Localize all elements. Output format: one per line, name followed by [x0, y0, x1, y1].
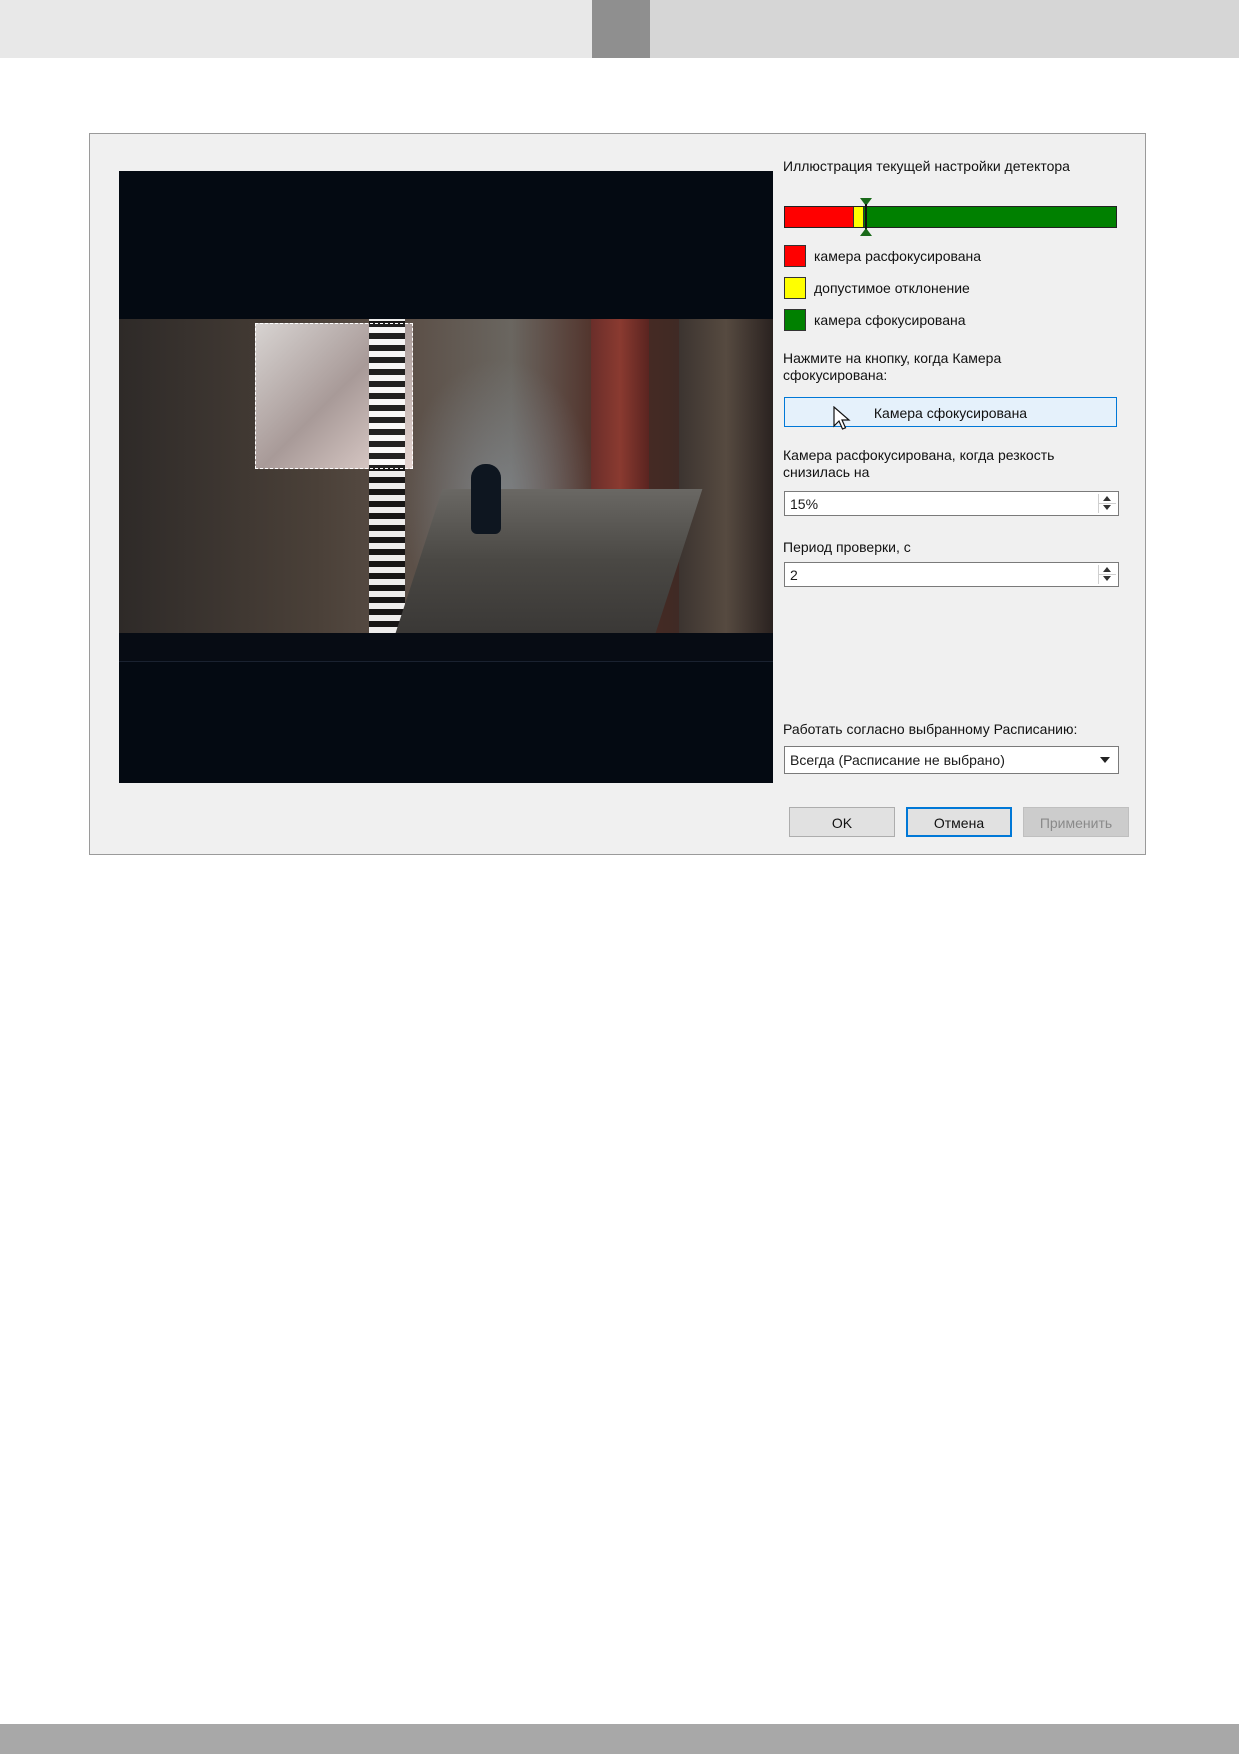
legend-label-red: камера расфокусирована: [814, 248, 982, 264]
scene-wall: [679, 319, 773, 633]
scene-person: [471, 464, 501, 534]
legend-swatch-yellow: [784, 277, 806, 299]
camera-frame: [119, 319, 773, 633]
meter-marker-bottom: [859, 228, 872, 236]
apply-button[interactable]: Применить: [1023, 807, 1129, 837]
sharpness-label: Камера расфокусирована, когда резкость с…: [783, 447, 1055, 480]
sharpness-meter: [784, 206, 1117, 228]
sharpness-spinbox[interactable]: 15%: [784, 491, 1119, 516]
schedule-select[interactable]: Всегда (Расписание не выбрано): [784, 746, 1119, 774]
period-spinbox[interactable]: 2: [784, 562, 1119, 587]
meter-marker-line: [864, 204, 867, 230]
focus-detector-dialog: Иллюстрация текущей настройки детектора …: [89, 133, 1146, 855]
legend-label-green: камера сфокусирована: [814, 312, 966, 328]
scene-floor: [395, 489, 703, 633]
scene-door: [591, 319, 649, 489]
period-value: 2: [790, 567, 798, 583]
focus-prompt: Нажмите на кнопку, когда Камера сфокусир…: [783, 350, 1002, 383]
settings-panel: Иллюстрация текущей настройки детектора …: [783, 134, 1133, 854]
legend-swatch-red: [784, 245, 806, 267]
meter-green-segment: [864, 207, 1116, 227]
detection-area-selection[interactable]: [255, 323, 413, 469]
page-header-tab: [592, 0, 650, 58]
meter-title: Иллюстрация текущей настройки детектора: [783, 158, 1070, 174]
schedule-value: Всегда (Расписание не выбрано): [790, 752, 1005, 768]
chevron-down-icon[interactable]: [1100, 757, 1110, 763]
sharpness-value: 15%: [790, 496, 819, 512]
page-header-right: [650, 0, 1239, 58]
spin-arrows-icon[interactable]: [1098, 565, 1116, 584]
cancel-button[interactable]: Отмена: [906, 807, 1012, 837]
page-header-left: [0, 0, 592, 58]
meter-yellow-segment: [853, 207, 865, 227]
preview-bottom-strip: [119, 633, 773, 662]
schedule-label: Работать согласно выбранному Расписанию:: [783, 721, 1078, 737]
meter-red-segment: [785, 207, 854, 227]
legend-swatch-green: [784, 309, 806, 331]
legend-label-yellow: допустимое отклонение: [814, 280, 970, 296]
camera-preview[interactable]: [119, 171, 773, 783]
page-footer-bar: [0, 1724, 1239, 1754]
mouse-pointer-icon: [833, 406, 851, 430]
ok-button[interactable]: OK: [789, 807, 895, 837]
period-label: Период проверки, с: [783, 539, 911, 555]
spin-arrows-icon[interactable]: [1098, 494, 1116, 513]
